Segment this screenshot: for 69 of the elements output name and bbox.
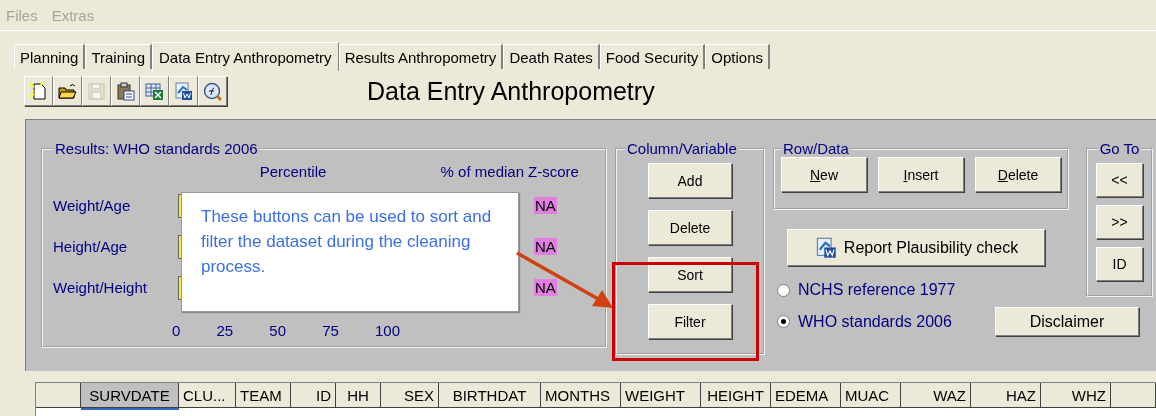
navigation-button[interactable]: ID [1096, 247, 1143, 281]
z-score-value: NA [534, 279, 557, 296]
z-score-value: NA [534, 197, 557, 214]
group-title: Column/Variable [626, 140, 738, 157]
action-button[interactable]: Insert [878, 157, 964, 192]
tab[interactable]: Death Rates [503, 44, 600, 69]
column-header[interactable]: WEIGHT [621, 383, 701, 408]
row-label: Weight/Age [53, 197, 132, 214]
column-header[interactable]: WAZ [901, 383, 971, 408]
callout-note: These buttons can be used to sort and filter the dataset during the cleaning process. [181, 192, 519, 312]
group-title: Results: WHO standards 2006 [54, 140, 259, 157]
radio-button[interactable] [777, 315, 790, 328]
column-header: Percentile [258, 162, 328, 180]
tab[interactable]: Options [705, 44, 770, 69]
tab[interactable]: Results Anthropometry [338, 44, 504, 69]
axis-label: 25 [216, 321, 234, 339]
row-label: Weight/Height [53, 279, 148, 296]
column-header[interactable]: MONTHS [541, 383, 621, 408]
column-header[interactable]: HH [336, 383, 381, 408]
new-file-icon [28, 80, 49, 102]
axis-label: 75 [322, 321, 339, 339]
magnifier-icon [202, 80, 223, 102]
column-header[interactable]: EDEMA [771, 383, 841, 408]
clipboard-icon [115, 80, 136, 102]
column-header[interactable]: TEAM [236, 383, 291, 408]
radio-option[interactable]: NCHS reference 1977 [777, 281, 1069, 299]
column-header: Z-score [528, 162, 580, 180]
toolbar-button[interactable] [53, 76, 82, 106]
toolbar-button[interactable] [111, 76, 140, 106]
document-icon [173, 80, 194, 102]
axis-label: 0 [172, 321, 181, 339]
column-header[interactable]: BIRTHDAT [439, 383, 541, 408]
toolbar-button[interactable] [140, 76, 169, 106]
action-button[interactable]: Sort [648, 257, 732, 292]
column-header[interactable]: ID [291, 383, 336, 408]
group-title: Row/Data [782, 140, 850, 157]
action-button[interactable]: Add [648, 163, 732, 198]
group-title: Go To [1098, 140, 1141, 157]
column-header[interactable]: SURVDATE [81, 383, 179, 408]
action-button[interactable]: Delete [975, 157, 1061, 192]
action-button[interactable]: Filter [648, 304, 732, 339]
action-button[interactable]: Delete [648, 210, 732, 245]
column-header[interactable]: HAZ [971, 383, 1041, 408]
radio-button[interactable] [777, 283, 790, 297]
column-header[interactable]: WHZ [1041, 383, 1111, 408]
header-cell [1111, 383, 1156, 408]
z-score-value: NA [534, 238, 557, 255]
column-header[interactable]: CLU... [179, 383, 236, 408]
radio-label: NCHS reference 1977 [798, 281, 956, 299]
action-button[interactable]: New [781, 157, 867, 192]
disclaimer-button[interactable]: Disclaimer [995, 307, 1139, 336]
axis-label: 50 [269, 321, 286, 339]
spreadsheet-icon [144, 80, 165, 102]
tab[interactable]: Data Entry Anthropometry [152, 42, 339, 71]
tab[interactable]: Planning [14, 44, 86, 69]
column-header[interactable]: SEX [381, 383, 439, 408]
column-header[interactable]: MUAC [841, 383, 901, 408]
tab[interactable]: Food Security [599, 44, 706, 69]
report-button[interactable]: Report Plausibility check [787, 229, 1045, 266]
toolbar-button[interactable] [169, 76, 198, 106]
page-title: Data Entry Anthropometry [367, 76, 655, 106]
column-header[interactable]: HEIGHT [701, 383, 771, 408]
row-label: Height/Age [53, 238, 129, 255]
column-header: % of median [439, 162, 525, 180]
navigation-button[interactable]: << [1096, 163, 1143, 197]
navigation-button[interactable]: >> [1096, 205, 1143, 239]
tab[interactable]: Training [85, 44, 153, 69]
axis-label: 100 [374, 321, 400, 339]
toolbar-button[interactable] [198, 76, 227, 106]
